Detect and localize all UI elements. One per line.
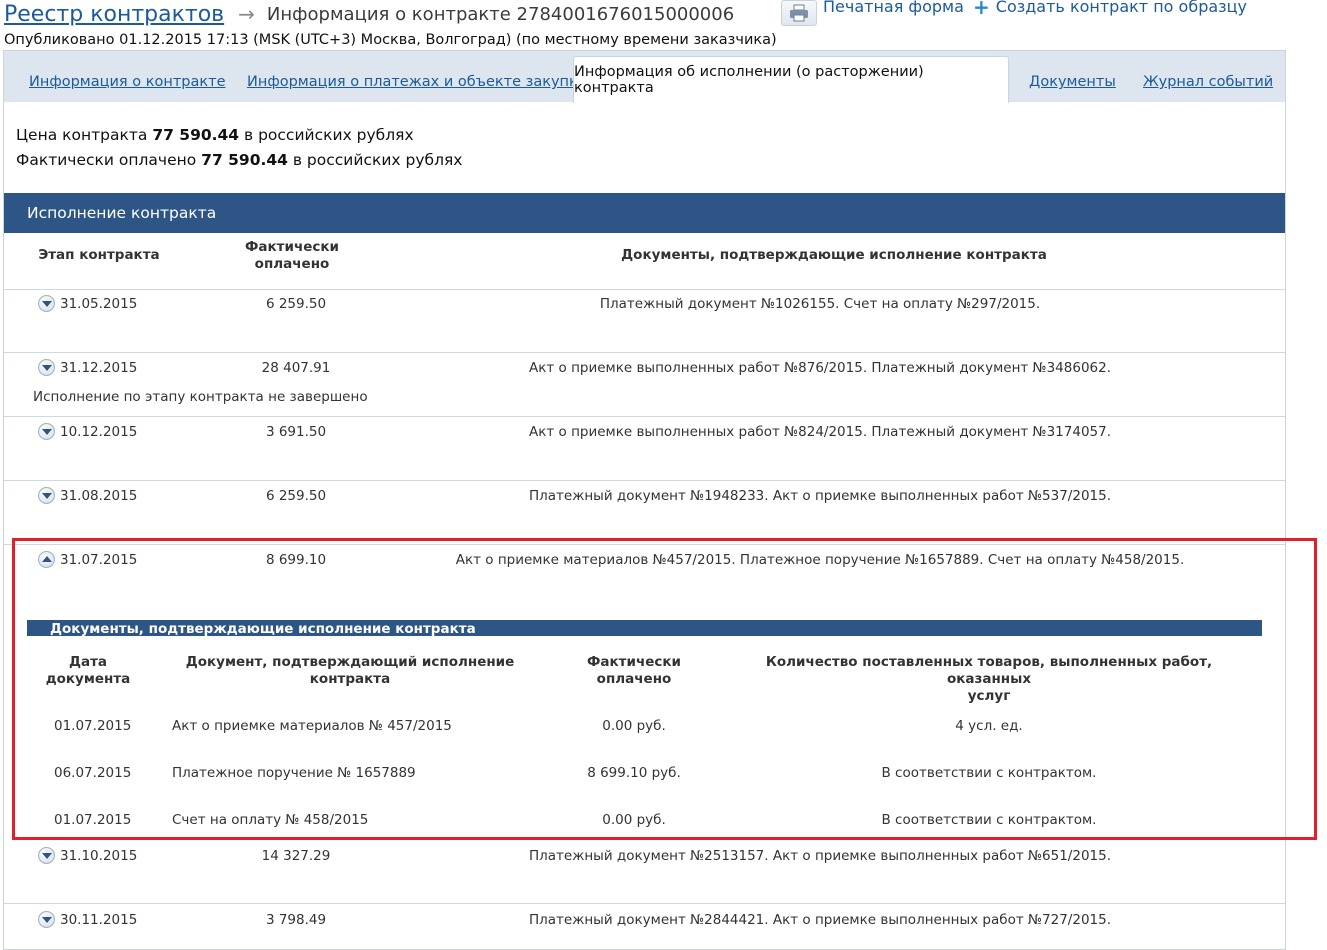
tab-documents[interactable]: Документы bbox=[1029, 74, 1116, 90]
col-header-paid-line2: оплачено bbox=[254, 256, 330, 272]
stage-paid: 3 691.50 bbox=[265, 424, 327, 440]
breadcrumb: Реестр контрактов → Информация о контрак… bbox=[4, 0, 734, 28]
stage-status-note: Исполнение по этапу контракта не заверше… bbox=[33, 389, 368, 405]
divider bbox=[4, 416, 1285, 417]
col-header-paid: Фактически оплачено bbox=[232, 239, 352, 273]
divider bbox=[4, 289, 1285, 290]
col-header-paid-line1: Фактически bbox=[245, 239, 339, 255]
tab-payments-info[interactable]: Информация о платежах и объекте закупки bbox=[247, 74, 587, 90]
execution-section-title: Исполнение контракта bbox=[4, 193, 1285, 233]
stage-date: 30.11.2015 bbox=[60, 912, 138, 928]
paid-value: 77 590.44 bbox=[201, 151, 288, 169]
page-title: Информация о контракте 27840016760150000… bbox=[266, 3, 735, 25]
stage-date: 31.08.2015 bbox=[60, 488, 138, 504]
expand-icon[interactable] bbox=[38, 911, 55, 928]
expand-icon[interactable] bbox=[38, 359, 55, 376]
create-from-template-label: Создать контракт по образцу bbox=[995, 0, 1248, 16]
stage-paid: 3 798.49 bbox=[265, 912, 327, 928]
print-form-link[interactable]: Печатная форма bbox=[823, 0, 964, 16]
expand-icon[interactable] bbox=[38, 847, 55, 864]
stage-date: 10.12.2015 bbox=[60, 424, 138, 440]
contract-price: Цена контракта 77 590.44 в российских ру… bbox=[16, 126, 414, 144]
stage-docs: Платежный документ №1948233. Акт о прием… bbox=[528, 488, 1112, 504]
paid-amount: Фактически оплачено 77 590.44 в российск… bbox=[16, 151, 462, 169]
stage-date: 31.05.2015 bbox=[60, 296, 138, 312]
stage-date: 31.10.2015 bbox=[60, 848, 138, 864]
tab-execution-info[interactable]: Информация об исполнении (о расторжении)… bbox=[573, 56, 1009, 103]
price-currency: в российских рублях bbox=[244, 126, 414, 144]
stage-docs: Платежный документ №2513157. Акт о прием… bbox=[528, 848, 1112, 864]
plus-icon: + bbox=[973, 0, 990, 19]
paid-currency: в российских рублях bbox=[292, 151, 463, 169]
stage-docs: Акт о приемке выполненных работ №876/201… bbox=[528, 360, 1112, 376]
highlight-box bbox=[12, 538, 1317, 840]
create-from-template-link[interactable]: + Создать контракт по образцу bbox=[973, 0, 1248, 19]
stage-docs: Платежный документ №2844421. Акт о прием… bbox=[528, 912, 1112, 928]
expand-icon[interactable] bbox=[38, 295, 55, 312]
divider bbox=[4, 480, 1285, 481]
col-header-docs: Документы, подтверждающие исполнение кон… bbox=[621, 247, 1047, 263]
stage-docs: Акт о приемке выполненных работ №824/201… bbox=[528, 424, 1112, 440]
print-button[interactable] bbox=[781, 0, 817, 26]
price-value: 77 590.44 bbox=[152, 126, 240, 144]
divider bbox=[4, 352, 1285, 353]
expand-icon[interactable] bbox=[38, 423, 55, 440]
tab-bar: Информация о контракте Информация о плат… bbox=[4, 51, 1285, 103]
breadcrumb-registry-link[interactable]: Реестр контрактов bbox=[4, 2, 224, 27]
stage-paid: 28 407.91 bbox=[261, 360, 331, 376]
stage-date: 31.12.2015 bbox=[60, 360, 138, 376]
stage-docs: Платежный документ №1026155. Счет на опл… bbox=[599, 296, 1041, 312]
tab-event-log[interactable]: Журнал событий bbox=[1143, 74, 1273, 90]
price-label: Цена контракта bbox=[16, 126, 148, 144]
published-info: Опубликовано 01.12.2015 17:13 (MSK (UTC+… bbox=[4, 32, 777, 48]
divider bbox=[4, 903, 1285, 904]
col-header-stage: Этап контракта bbox=[38, 247, 160, 263]
arrow-right-icon: → bbox=[238, 2, 255, 26]
stage-paid: 6 259.50 bbox=[265, 488, 327, 504]
tab-contract-info[interactable]: Информация о контракте bbox=[29, 74, 226, 90]
stage-paid: 6 259.50 bbox=[265, 296, 327, 312]
paid-label: Фактически оплачено bbox=[16, 151, 197, 169]
stage-paid: 14 327.29 bbox=[261, 848, 331, 864]
expand-icon[interactable] bbox=[38, 487, 55, 504]
printer-icon bbox=[790, 4, 808, 22]
